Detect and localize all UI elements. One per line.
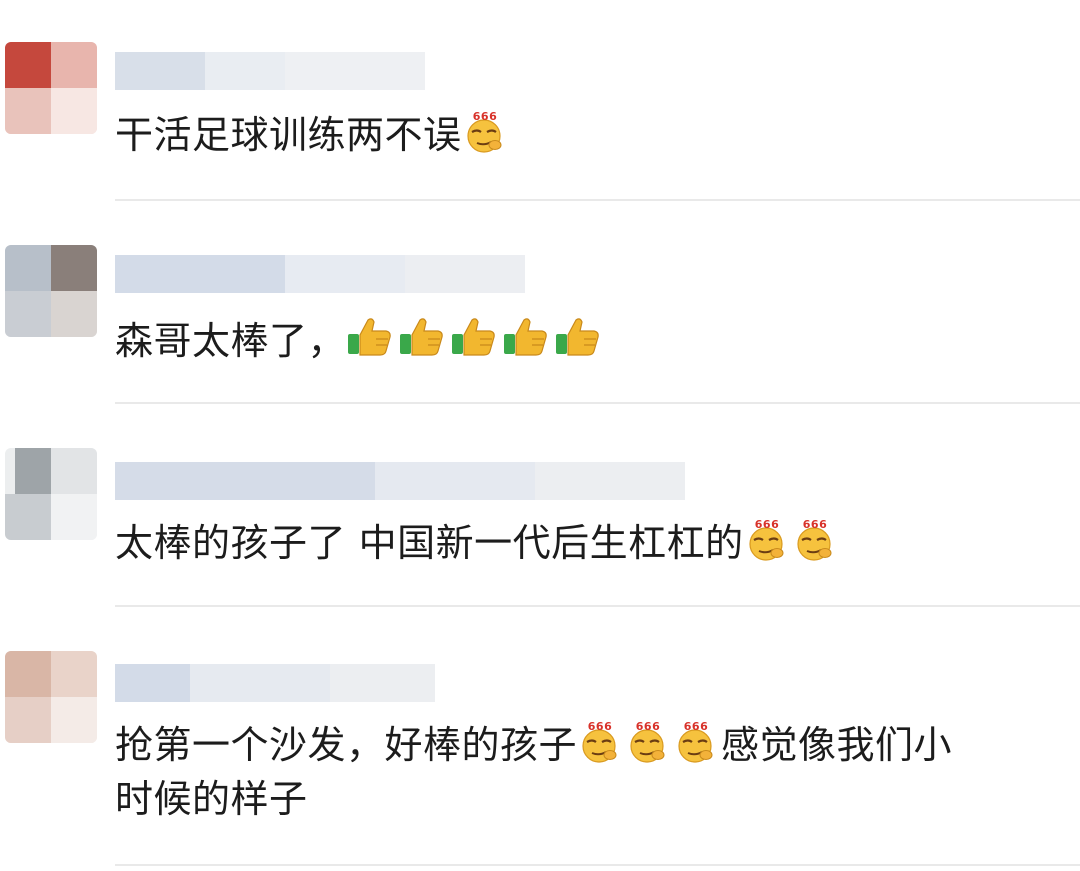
avatar[interactable] xyxy=(5,245,97,337)
divider xyxy=(115,402,1080,404)
comment-body-middle: 感觉像我们小 xyxy=(721,723,953,767)
svg-text:666: 666 xyxy=(802,518,826,531)
avatar[interactable] xyxy=(5,651,97,743)
username-blurred[interactable] xyxy=(115,52,425,90)
666-smug-emoji: 666 xyxy=(462,110,508,154)
divider xyxy=(115,199,1080,201)
thumbs-up-emoji xyxy=(502,314,552,358)
666-smug-emoji: 666 xyxy=(792,518,838,562)
666-smug-emoji: 666 xyxy=(744,518,790,562)
svg-text:666: 666 xyxy=(588,720,612,733)
svg-text:666: 666 xyxy=(754,518,778,531)
comment-text: 太棒的孩子了 中国新一代后生杠杠的 666 666 xyxy=(115,516,1065,570)
svg-text:666: 666 xyxy=(684,720,708,733)
divider xyxy=(115,605,1080,607)
thumbs-up-emoji xyxy=(554,314,604,358)
avatar[interactable] xyxy=(5,448,97,540)
username-blurred[interactable] xyxy=(115,664,435,702)
thumbs-up-emoji xyxy=(450,314,500,358)
svg-text:666: 666 xyxy=(636,720,660,733)
thumbs-up-emoji xyxy=(398,314,448,358)
svg-text:666: 666 xyxy=(472,110,496,123)
comment-body-end: 时候的样子 xyxy=(115,777,308,821)
comment-body: 太棒的孩子了 中国新一代后生杠杠的 xyxy=(115,521,744,565)
username-blurred[interactable] xyxy=(115,255,525,293)
divider xyxy=(115,864,1080,866)
666-smug-emoji: 666 xyxy=(577,720,623,764)
username-blurred[interactable] xyxy=(115,462,685,500)
comment-text: 森哥太棒了， xyxy=(115,314,1065,368)
comment-text: 干活足球训练两不误 666 xyxy=(115,108,1065,162)
thumbs-up-emoji xyxy=(346,314,396,358)
comment-text: 抢第一个沙发，好棒的孩子 666 666 666 感觉像我们小时候的样子 xyxy=(115,718,1065,826)
comment-body-start: 抢第一个沙发，好棒的孩子 xyxy=(115,723,578,767)
666-smug-emoji: 666 xyxy=(673,720,719,764)
avatar[interactable] xyxy=(5,42,97,134)
comment-body: 干活足球训练两不误 xyxy=(115,113,462,157)
comment-body: 森哥太棒了， xyxy=(115,319,347,363)
666-smug-emoji: 666 xyxy=(625,720,671,764)
